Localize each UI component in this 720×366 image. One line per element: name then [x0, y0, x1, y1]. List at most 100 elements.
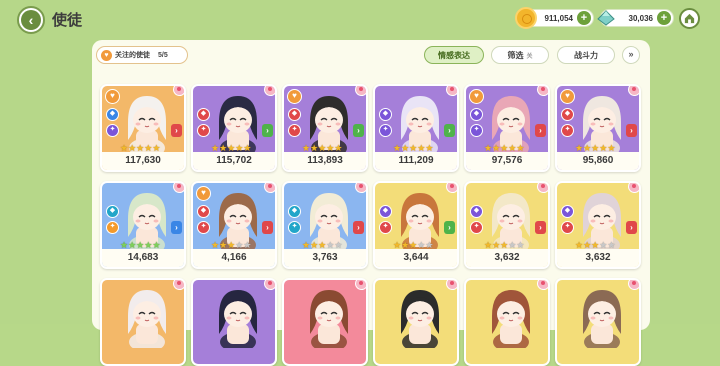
apostle-card[interactable]: ◆ ✦ › ★ ★ ★ ★ ★ 115,702	[191, 84, 277, 172]
favorite-flower-icon[interactable]	[628, 86, 639, 96]
attribute-icon: ◆	[379, 108, 392, 121]
favorite-flower-icon[interactable]	[355, 183, 366, 193]
home-button[interactable]	[679, 8, 700, 29]
position-arrow-icon: ›	[444, 124, 455, 137]
apostle-card[interactable]: ◆ ✦ › ★ ★ ★ ★ ★ 3,763	[282, 181, 368, 269]
followed-heart-icon: ♥	[469, 89, 484, 104]
attribute-icon: ◆	[288, 108, 301, 121]
favorite-flower-icon[interactable]	[446, 183, 457, 193]
attribute-icon: ◆	[470, 205, 483, 218]
position-arrow-icon: ›	[262, 221, 273, 234]
favorite-flower-icon[interactable]	[537, 183, 548, 193]
combat-power-value: 3,632	[466, 249, 548, 267]
position-arrow-icon: ›	[171, 124, 182, 137]
position-arrow-icon: ›	[171, 221, 182, 234]
combat-power-value: 14,683	[102, 249, 184, 267]
apostle-card[interactable]: ♥ ◆ ✦ › ★ ★ ★ ★ ★ 97,576	[464, 84, 550, 172]
attribute-icon: ◆	[470, 108, 483, 121]
favorite-flower-icon[interactable]	[628, 183, 639, 193]
position-arrow-icon: ›	[535, 124, 546, 137]
sort-order-button[interactable]: »	[622, 46, 640, 64]
apostle-card[interactable]: ♥ ◆ ✦ › ★ ★ ★ ★ ★ 95,860	[555, 84, 641, 172]
coin-icon	[515, 7, 537, 29]
power-sort-button[interactable]: 战斗力	[557, 46, 615, 64]
favorite-flower-icon[interactable]	[264, 183, 275, 193]
apostle-portrait	[466, 280, 548, 352]
apostle-portrait	[102, 280, 184, 352]
combat-power-value: 111,209	[375, 152, 457, 170]
favorite-flower-icon[interactable]	[173, 280, 184, 290]
coin-value: 911,054	[544, 13, 573, 23]
class-icon: ✦	[197, 124, 210, 137]
apostle-card[interactable]: ♥ ◆ ✦ › ★ ★ ★ ★ ★ 117,630	[100, 84, 186, 172]
back-button[interactable]: ‹	[17, 6, 45, 34]
gem-counter: 30,036 +	[597, 9, 674, 27]
favorite-flower-icon[interactable]	[537, 86, 548, 96]
favorite-flower-icon[interactable]	[264, 86, 275, 96]
apostle-card[interactable]	[100, 278, 186, 366]
favorite-flower-icon[interactable]	[355, 86, 366, 96]
followed-label: 关注的使徒	[115, 52, 150, 59]
combat-power-value: 113,893	[284, 152, 366, 170]
position-arrow-icon: ›	[626, 124, 637, 137]
favorite-flower-icon[interactable]	[173, 86, 184, 96]
class-icon: ✦	[288, 221, 301, 234]
apostle-card[interactable]	[191, 278, 277, 366]
emotion-button[interactable]: 情感表达	[424, 46, 484, 64]
class-icon: ✦	[561, 221, 574, 234]
favorite-flower-icon[interactable]	[446, 280, 457, 290]
favorite-flower-icon[interactable]	[628, 280, 639, 290]
filter-button[interactable]: 筛选 关	[491, 46, 549, 64]
attribute-icon: ◆	[561, 108, 574, 121]
attribute-icon: ◆	[197, 108, 210, 121]
combat-power-value: 95,860	[557, 152, 639, 170]
apostle-card[interactable]: ◆ ✦ › ★ ★ ★ ★ ★ 3,632	[464, 181, 550, 269]
apostle-card[interactable]: ◆ ✦ › ★ ★ ★ ★ ★ 3,632	[555, 181, 641, 269]
class-icon: ✦	[379, 124, 392, 137]
double-chevron-down-icon: »	[628, 49, 634, 59]
apostle-portrait	[557, 280, 639, 352]
apostle-card[interactable]: ♥ ◆ ✦ › ★ ★ ★ ★ ★ 4,166	[191, 181, 277, 269]
apostle-portrait	[284, 280, 366, 352]
gem-value: 30,036	[628, 13, 653, 23]
position-arrow-icon: ›	[262, 124, 273, 137]
favorite-flower-icon[interactable]	[173, 183, 184, 193]
favorite-flower-icon[interactable]	[537, 280, 548, 290]
position-arrow-icon: ›	[353, 124, 364, 137]
followed-heart-icon: ♥	[560, 89, 575, 104]
class-icon: ✦	[470, 124, 483, 137]
combat-power-value: 117,630	[102, 152, 184, 170]
attribute-icon: ◆	[561, 205, 574, 218]
gem-icon	[595, 7, 617, 29]
favorite-flower-icon[interactable]	[446, 86, 457, 96]
apostle-portrait	[193, 280, 275, 352]
apostle-card[interactable]: ◆ ✦ › ★ ★ ★ ★ ★ 3,644	[373, 181, 459, 269]
page-title: 使徒	[52, 11, 83, 29]
add-gem-button[interactable]: +	[657, 11, 671, 25]
apostle-card[interactable]: ♥ ◆ ✦ › ★ ★ ★ ★ ★ 113,893	[282, 84, 368, 172]
followed-apostles-toggle[interactable]: ♥ 关注的使徒 5/5	[96, 46, 188, 64]
add-coin-button[interactable]: +	[577, 11, 591, 25]
combat-power-value: 3,763	[284, 249, 366, 267]
followed-heart-icon: ♥	[196, 186, 211, 201]
apostle-card[interactable]: ◆ ✦ › ★ ★ ★ ★ ★ 14,683	[100, 181, 186, 269]
coin-counter: 911,054 +	[515, 7, 594, 29]
position-arrow-icon: ›	[444, 221, 455, 234]
followed-heart-icon: ♥	[287, 89, 302, 104]
combat-power-value: 4,166	[193, 249, 275, 267]
apostle-card[interactable]	[373, 278, 459, 366]
attribute-icon: ◆	[197, 205, 210, 218]
favorite-flower-icon[interactable]	[264, 280, 275, 290]
position-arrow-icon: ›	[353, 221, 364, 234]
apostle-card[interactable]	[464, 278, 550, 366]
class-icon: ✦	[379, 221, 392, 234]
apostle-card[interactable]	[282, 278, 368, 366]
apostle-card[interactable]	[555, 278, 641, 366]
attribute-icon: ◆	[106, 205, 119, 218]
class-icon: ✦	[106, 221, 119, 234]
heart-icon: ♥	[101, 50, 112, 61]
followed-heart-icon: ♥	[105, 89, 120, 104]
filter-label: 筛选	[507, 50, 524, 60]
favorite-flower-icon[interactable]	[355, 280, 366, 290]
apostle-card[interactable]: ◆ ✦ › ★ ★ ★ ★ ★ 111,209	[373, 84, 459, 172]
